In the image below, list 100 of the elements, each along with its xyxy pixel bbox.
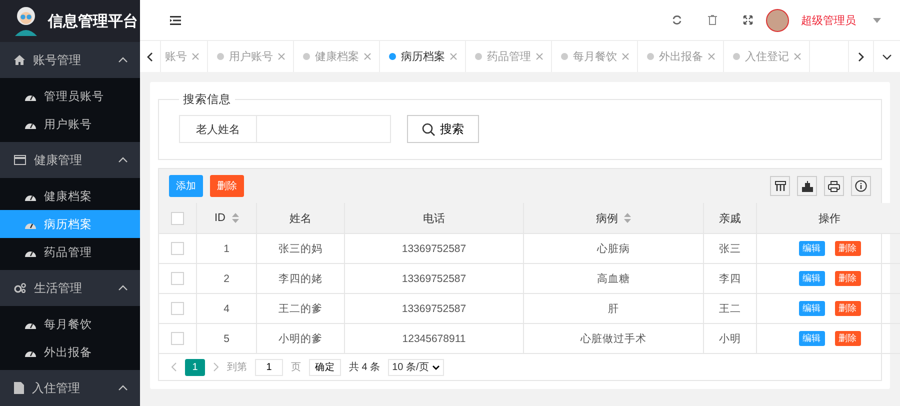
column-header: 亲戚 xyxy=(719,212,741,226)
dropdown-icon[interactable] xyxy=(882,54,892,60)
refresh-icon[interactable] xyxy=(672,15,682,25)
previous-page-icon[interactable] xyxy=(171,362,177,372)
fullscreen-icon[interactable] xyxy=(743,15,753,25)
page-tab[interactable]: 入住登记 xyxy=(724,41,810,72)
page-tab[interactable]: 外出报备 xyxy=(638,41,724,72)
print-icon[interactable] xyxy=(824,176,844,196)
edit-button[interactable]: 编辑 xyxy=(798,301,824,316)
search-legend: 搜索信息 xyxy=(179,92,235,107)
select-all-checkbox[interactable] xyxy=(171,212,184,224)
delete-row-button[interactable]: 删除 xyxy=(834,241,860,256)
page-input-field[interactable]: 1 xyxy=(255,358,283,376)
row-checkbox[interactable] xyxy=(171,332,184,345)
table-cell: 王二 xyxy=(719,302,741,314)
edit-button[interactable]: 编辑 xyxy=(798,241,824,256)
table-cell: 5 xyxy=(224,332,230,344)
card-icon xyxy=(14,155,26,165)
close-icon[interactable] xyxy=(536,53,543,60)
chevron-icon xyxy=(118,285,128,291)
status-dot xyxy=(475,53,482,60)
delete-row-button[interactable]: 删除 xyxy=(834,271,860,286)
table-cell: 心脏病 xyxy=(597,242,630,254)
table-cell: 张三 xyxy=(719,242,741,254)
edit-button[interactable]: 编辑 xyxy=(798,331,824,346)
sidebar-item[interactable]: 用户账号 xyxy=(0,110,140,138)
status-dot xyxy=(561,53,568,60)
sidebar-group[interactable]: 生活管理 xyxy=(0,270,140,306)
sidebar-item[interactable]: 病历档案 xyxy=(0,210,140,238)
column-header: 操作 xyxy=(818,212,840,226)
sort-icon[interactable] xyxy=(624,213,631,223)
close-icon[interactable] xyxy=(278,53,285,60)
status-dot xyxy=(303,53,310,60)
scroll-right-icon[interactable] xyxy=(858,52,864,62)
info-icon[interactable] xyxy=(851,176,871,196)
table-cell: 心脏做过手术 xyxy=(580,332,646,344)
row-checkbox[interactable] xyxy=(171,272,184,285)
export-icon[interactable] xyxy=(797,176,817,196)
confirm-button[interactable]: 确定 xyxy=(309,358,341,376)
delete-button[interactable]: 删除 xyxy=(210,175,244,197)
sidebar-group[interactable]: 账号管理 xyxy=(0,42,140,78)
close-icon[interactable] xyxy=(708,53,715,60)
menu-toggle-icon[interactable] xyxy=(170,16,181,24)
home-icon xyxy=(14,55,25,65)
close-icon[interactable] xyxy=(364,53,371,60)
row-checkbox[interactable] xyxy=(171,242,184,255)
user-avatar[interactable] xyxy=(766,8,789,32)
sort-icon[interactable] xyxy=(232,213,238,223)
sidebar-item[interactable]: 药品管理 xyxy=(0,238,140,266)
document-icon xyxy=(14,382,24,394)
add-button[interactable]: 添加 xyxy=(169,175,203,197)
name-input-field[interactable]: 老人姓名 xyxy=(179,115,391,143)
sidebar-group[interactable]: 入住管理 xyxy=(0,370,140,406)
delete-row-button[interactable]: 删除 xyxy=(834,301,860,316)
search-icon xyxy=(422,122,435,136)
column-header[interactable]: ID xyxy=(214,212,238,224)
page-tab[interactable]: 每月餐饮 xyxy=(552,41,638,72)
table-cell: 13369752587 xyxy=(402,272,466,284)
sidebar-item[interactable]: 健康档案 xyxy=(0,182,140,210)
sidebar-item[interactable]: 管理员账号 xyxy=(0,82,140,110)
current-page[interactable]: 1 xyxy=(185,358,205,376)
columns-icon[interactable] xyxy=(770,176,790,196)
page-tab[interactable]: 病历档案 xyxy=(380,41,466,72)
sidebar-group[interactable]: 健康管理 xyxy=(0,142,140,178)
user-menu[interactable]: 超级管理员 xyxy=(801,12,856,28)
close-icon[interactable] xyxy=(794,53,801,60)
sidebar-group-label: 账号管理 xyxy=(33,52,82,68)
trash-icon[interactable] xyxy=(708,15,717,25)
table-cell: 12345678911 xyxy=(402,332,466,344)
page-tab[interactable]: 账号 xyxy=(161,41,208,72)
table-cell: 肝 xyxy=(608,302,619,314)
delete-row-button[interactable]: 删除 xyxy=(834,331,860,346)
table-cell: 李四的姥 xyxy=(278,272,322,284)
table-cell: 13369752587 xyxy=(402,302,466,314)
column-header[interactable]: 病例 xyxy=(596,210,631,226)
table-cell: 小明的爹 xyxy=(278,332,322,344)
row-checkbox[interactable] xyxy=(171,302,184,315)
gears-icon xyxy=(14,283,26,293)
edit-button[interactable]: 编辑 xyxy=(798,271,824,286)
chevron-icon xyxy=(118,57,128,63)
caret-icon xyxy=(432,364,440,370)
page-tab[interactable]: 药品管理 xyxy=(466,41,552,72)
status-dot xyxy=(389,53,396,60)
close-icon[interactable] xyxy=(450,53,457,60)
page-tab[interactable]: 健康档案 xyxy=(294,41,380,72)
scroll-left-icon[interactable] xyxy=(147,52,153,62)
next-page-icon[interactable] xyxy=(213,362,219,372)
table-cell: 李四 xyxy=(719,272,741,284)
sidebar-item[interactable]: 每月餐饮 xyxy=(0,310,140,338)
close-icon[interactable] xyxy=(192,53,199,60)
sidebar-item[interactable]: 外出报备 xyxy=(0,338,140,366)
chevron-icon xyxy=(118,157,128,163)
table-cell: 4 xyxy=(224,302,230,314)
search-button[interactable]: 搜索 xyxy=(407,115,479,143)
app-title: 信息管理平台 xyxy=(48,12,138,30)
page-tab[interactable]: 用户账号 xyxy=(208,41,294,72)
status-dot xyxy=(647,53,654,60)
close-icon[interactable] xyxy=(622,53,629,60)
page-size-select[interactable]: 10 条/页 xyxy=(388,358,444,376)
goto-label: 到第 xyxy=(227,361,247,374)
